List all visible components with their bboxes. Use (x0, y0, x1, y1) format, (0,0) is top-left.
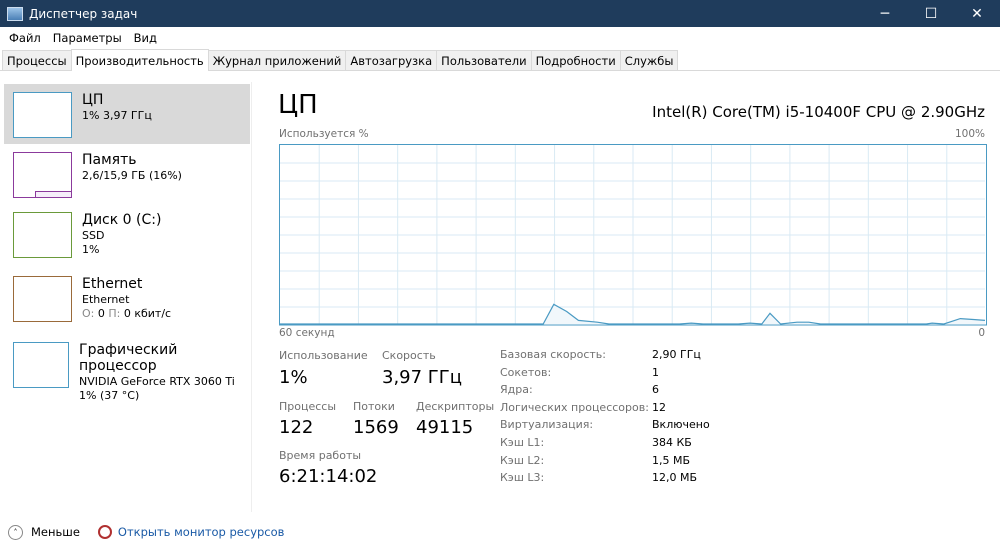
minimize-button[interactable]: ─ (862, 0, 908, 27)
menu-file[interactable]: Файл (3, 31, 47, 45)
sidebar-item-label: Память (82, 152, 137, 168)
tab-users[interactable]: Пользователи (436, 50, 532, 70)
spec-value: 384 КБ (652, 436, 692, 449)
sidebar-item-disk[interactable]: Диск 0 (C:) SSD 1% (4, 204, 250, 266)
less-button[interactable]: ˄ Меньше (8, 524, 80, 540)
handles-label: Дескрипторы (416, 400, 495, 413)
sidebar-item-detail: 1% (82, 243, 100, 256)
spec-value: 12,0 МБ (652, 471, 698, 485)
recv-label: П: (108, 307, 121, 320)
disk-thumbnail (13, 212, 72, 258)
sidebar-item-ethernet[interactable]: Ethernet Ethernet О: 0 П: 0 кбит/с (4, 268, 250, 330)
uptime-value: 6:21:14:02 (279, 466, 378, 487)
sidebar-item-detail: Ethernet (82, 293, 130, 306)
resource-monitor-icon (97, 525, 112, 539)
speed-value: 3,97 ГГц (382, 367, 463, 388)
resource-monitor-link[interactable]: Открыть монитор ресурсов (97, 525, 285, 539)
memory-thumbnail (13, 152, 72, 198)
sidebar-item-label: Графический процессор (79, 342, 178, 374)
task-manager-icon (7, 6, 23, 21)
sidebar-item-cpu[interactable]: ЦП 1% 3,97 ГГц (4, 84, 250, 144)
tab-details[interactable]: Подробности (530, 50, 621, 70)
cpu-model: Intel(R) Core(TM) i5-10400F CPU @ 2.90GH… (652, 103, 985, 121)
uptime-label: Время работы (279, 449, 362, 462)
menu-options[interactable]: Параметры (47, 31, 128, 45)
spec-value: 2,90 ГГц (652, 348, 701, 361)
spec-value: 1 (652, 365, 659, 379)
processes-value: 122 (279, 417, 314, 438)
usage-label: Использование (279, 349, 368, 362)
spec-value: 1,5 МБ (652, 453, 691, 467)
handles-value: 49115 (416, 417, 474, 438)
spec-label: Логических процессоров: (500, 400, 649, 414)
menu-bar: Файл Параметры Вид (0, 27, 1000, 49)
usage-value: 1% (279, 367, 308, 388)
cpu-thumbnail (13, 92, 72, 138)
menu-view[interactable]: Вид (128, 31, 163, 45)
gpu-thumbnail (13, 342, 70, 388)
title-bar: Диспетчер задач ─ ☐ ✕ (0, 0, 1000, 27)
spec-label: Базовая скорость: (500, 348, 606, 361)
ethernet-thumbnail (13, 276, 72, 322)
y-max-label: 100% (954, 128, 985, 140)
spec-value: 6 (652, 383, 659, 397)
sidebar-item-detail: SSD (82, 229, 105, 242)
y-axis-label: Используется % (279, 128, 369, 140)
processes-label: Процессы (279, 400, 337, 413)
spec-label: Кэш L1: (500, 436, 545, 449)
window-title: Диспетчер задач (29, 6, 138, 21)
tab-app-history[interactable]: Журнал приложений (207, 50, 347, 70)
spec-value: Включено (652, 418, 710, 432)
sidebar-item-gpu[interactable]: Графический процессор NVIDIA GeForce RTX … (4, 334, 250, 402)
recv-value: 0 кбит/с (123, 307, 172, 320)
close-button[interactable]: ✕ (954, 0, 1000, 27)
less-label: Меньше (31, 525, 80, 539)
page-title: ЦП (278, 90, 318, 120)
threads-label: Потоки (353, 400, 395, 413)
sidebar-item-detail: NVIDIA GeForce RTX 3060 Ti (79, 375, 235, 388)
cpu-usage-chart (279, 144, 987, 326)
tab-startup[interactable]: Автозагрузка (345, 50, 438, 70)
spec-label: Кэш L2: (500, 453, 545, 467)
maximize-button[interactable]: ☐ (908, 0, 954, 27)
x-axis-right-label: 0 (978, 327, 985, 339)
sidebar-item-detail: 1% (37 °C) (79, 389, 140, 402)
spec-label: Ядра: (500, 383, 533, 397)
send-value: 0 (97, 307, 105, 320)
send-label: О: (82, 307, 95, 320)
tab-services[interactable]: Службы (619, 50, 679, 70)
sidebar-item-label: Диск 0 (C:) (82, 212, 162, 228)
sidebar-item-label: Ethernet (82, 276, 143, 292)
footer: ˄ Меньше Открыть монитор ресурсов (0, 518, 284, 546)
spec-label: Кэш L3: (500, 471, 545, 485)
tab-processes[interactable]: Процессы (2, 50, 72, 70)
sidebar-item-detail: 1% 3,97 ГГц (82, 109, 152, 122)
resource-sidebar: ЦП 1% 3,97 ГГц Память 2,6/15,9 ГБ (16%) Ди… (0, 82, 252, 512)
tab-performance[interactable]: Производительность (70, 49, 209, 71)
sidebar-item-label: ЦП (82, 92, 104, 108)
tab-bar: Процессы Производительность Журнал прило… (0, 49, 1000, 71)
spec-label: Виртуализация: (500, 418, 594, 432)
resource-monitor-label: Открыть монитор ресурсов (117, 525, 285, 539)
spec-label: Сокетов: (500, 365, 552, 379)
sidebar-item-memory[interactable]: Память 2,6/15,9 ГБ (16%) (4, 144, 250, 204)
chevron-up-icon: ˄ (8, 524, 23, 540)
speed-label: Скорость (382, 349, 436, 362)
sidebar-item-detail: 2,6/15,9 ГБ (16%) (82, 169, 182, 182)
spec-value: 12 (652, 400, 666, 414)
x-axis-left-label: 60 секунд (279, 327, 335, 339)
threads-value: 1569 (353, 417, 399, 438)
ethernet-rates: О: 0 П: 0 кбит/с (82, 307, 171, 320)
